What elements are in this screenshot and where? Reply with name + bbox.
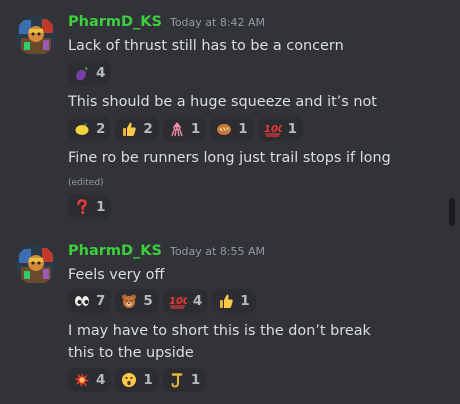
reaction-count: 7 bbox=[96, 293, 106, 309]
reaction-count: 1 bbox=[238, 121, 248, 137]
reaction-count: 4 bbox=[96, 65, 106, 81]
edited-label: (edited) bbox=[68, 178, 104, 188]
reaction-collision[interactable]: 4 bbox=[68, 368, 112, 392]
reaction-count: 5 bbox=[143, 293, 153, 309]
chat-message-list: PharmD_KS Today at 8:42 AM Lack of thrus… bbox=[0, 0, 460, 404]
message-text: Lack of thrust still has to be a concern bbox=[68, 38, 344, 54]
reaction-count: 1 bbox=[240, 293, 250, 309]
eggplant-icon bbox=[76, 67, 88, 81]
reaction-count: 2 bbox=[96, 121, 106, 137]
reaction-thumbs-up[interactable]: 2 bbox=[115, 117, 159, 141]
reaction-hook[interactable]: 1 bbox=[162, 368, 207, 392]
reaction-question-mark[interactable]: 1 bbox=[68, 195, 112, 219]
username[interactable]: PharmD_KS bbox=[68, 14, 162, 30]
user-avatar[interactable] bbox=[16, 16, 56, 56]
message-timestamp[interactable]: Today at 8:42 AM bbox=[170, 16, 265, 29]
reaction-lemon[interactable]: 2 bbox=[68, 117, 112, 141]
question-mark-icon bbox=[77, 199, 87, 215]
user-avatar[interactable] bbox=[16, 245, 56, 285]
reaction-bar: 1 bbox=[68, 195, 112, 219]
scrollbar-thumb[interactable] bbox=[449, 198, 455, 226]
reaction-thumbs-up[interactable]: 1 bbox=[212, 289, 256, 313]
message-text: Fine ro be runners long just trail stops… bbox=[68, 150, 391, 166]
message-text: This should be a huge squeeze and it’s n… bbox=[68, 94, 377, 110]
reaction-bar: 4 bbox=[68, 61, 112, 85]
eyes-icon bbox=[75, 296, 89, 306]
thumbs-up-icon bbox=[123, 122, 137, 136]
reaction-astonished-face[interactable]: 1 bbox=[115, 368, 159, 392]
reaction-count: 1 bbox=[190, 372, 201, 388]
hundred-points-icon: 100 bbox=[264, 124, 282, 137]
reaction-hundred-points[interactable]: 100 1 bbox=[257, 117, 304, 141]
reaction-eggplant[interactable]: 4 bbox=[68, 61, 112, 85]
reaction-bread[interactable]: 1 bbox=[210, 117, 254, 141]
reaction-count: 1 bbox=[96, 199, 106, 215]
message-timestamp[interactable]: Today at 8:55 AM bbox=[170, 245, 265, 258]
reaction-bar: 4 1 1 bbox=[68, 368, 207, 392]
message-header: PharmD_KS Today at 8:42 AM bbox=[68, 14, 265, 34]
thumbs-up-icon bbox=[220, 294, 233, 308]
bear-face-icon bbox=[122, 294, 137, 308]
squid-icon bbox=[171, 122, 183, 137]
reaction-squid[interactable]: 1 bbox=[162, 117, 207, 141]
bread-icon bbox=[217, 124, 232, 135]
hook-icon bbox=[171, 373, 183, 388]
reaction-count: 4 bbox=[192, 293, 203, 309]
message-header: PharmD_KS Today at 8:55 AM bbox=[68, 243, 265, 263]
svg-text:100: 100 bbox=[264, 124, 282, 135]
astonished-face-icon bbox=[122, 373, 137, 387]
reaction-count: 4 bbox=[96, 372, 106, 388]
reaction-bear-face[interactable]: 5 bbox=[115, 289, 159, 313]
username[interactable]: PharmD_KS bbox=[68, 243, 162, 259]
svg-text:100: 100 bbox=[169, 296, 187, 307]
lemon-icon bbox=[75, 123, 89, 135]
reaction-count: 1 bbox=[287, 121, 298, 137]
reaction-count: 2 bbox=[143, 121, 153, 137]
reaction-bar: 7 5 100 4 1 bbox=[68, 289, 256, 313]
message-text: Feels very off bbox=[68, 267, 165, 283]
reaction-count: 1 bbox=[143, 372, 153, 388]
message-text: I may have to short this is the don’t br… bbox=[68, 323, 371, 361]
reaction-eyes[interactable]: 7 bbox=[68, 289, 112, 313]
hundred-points-icon: 100 bbox=[169, 296, 187, 309]
reaction-hundred-points[interactable]: 100 4 bbox=[162, 289, 209, 313]
collision-icon bbox=[74, 372, 90, 388]
reaction-count: 1 bbox=[190, 121, 201, 137]
reaction-bar: 2 2 1 1 100 bbox=[68, 117, 304, 141]
